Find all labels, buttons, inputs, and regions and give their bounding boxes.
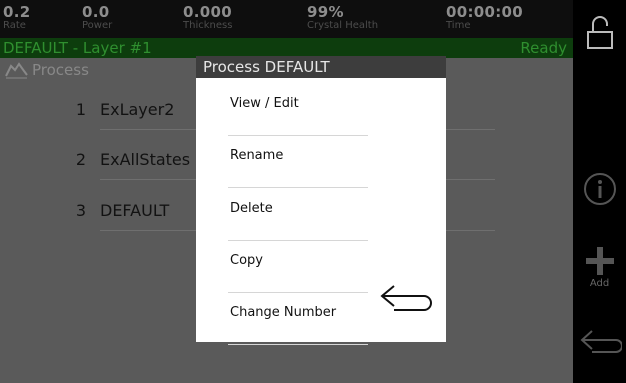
menu-item-view-edit[interactable]: View / Edit [228, 84, 368, 136]
menu-item-label: View / Edit [230, 96, 299, 111]
menu-item-label: Rename [230, 148, 284, 163]
section-title: Process [32, 61, 89, 79]
menu-item-rename[interactable]: Rename [228, 136, 368, 188]
lock-button[interactable] [573, 14, 626, 50]
process-graph-icon [5, 62, 28, 79]
popup-title: Process DEFAULT [196, 56, 446, 78]
info-button[interactable] [573, 172, 626, 206]
process-name: DEFAULT [100, 201, 170, 220]
crystal-health-metric: 99% Crystal Health [307, 5, 378, 32]
crystal-health-label: Crystal Health [307, 20, 379, 31]
time-value: 00:00:00 [446, 3, 524, 21]
add-button[interactable]: Add [573, 246, 626, 289]
plus-icon [585, 247, 614, 275]
status-bar: 0.2 Rate 0.0 Power 0.000 Thickness 99% C… [0, 0, 573, 38]
section-header: Process [4, 59, 89, 81]
menu-item-change-number[interactable]: Change Number [228, 293, 368, 345]
thickness-metric: 0.000 Thickness [183, 5, 232, 32]
add-label: Add [589, 278, 610, 289]
process-number: 1 [75, 100, 86, 119]
menu-item-label: Change Number [230, 305, 337, 320]
process-menu-popup: Process DEFAULT View / Edit Rename Delet… [196, 56, 446, 345]
thickness-value: 0.000 [183, 3, 232, 21]
time-metric: 00:00:00 Time [446, 5, 523, 32]
crystal-health-value: 99% [307, 3, 344, 21]
menu-item-delete[interactable]: Delete [228, 189, 368, 241]
layer-name: DEFAULT - Layer #1 [3, 39, 152, 57]
power-value: 0.0 [82, 3, 110, 21]
right-toolbar: Add [573, 0, 626, 383]
popup-back-button[interactable] [378, 281, 434, 321]
layer-state: Ready [520, 39, 567, 57]
info-icon [583, 173, 616, 205]
menu-item-copy[interactable]: Copy [228, 241, 368, 293]
back-arrow-icon [580, 330, 622, 353]
power-label: Power [82, 20, 113, 31]
rate-label: Rate [3, 20, 26, 31]
back-arrow-icon [380, 285, 432, 311]
process-name: ExLayer2 [100, 100, 175, 119]
menu-item-label: Delete [230, 201, 273, 216]
power-metric: 0.0 Power [82, 5, 112, 32]
menu-divider [228, 344, 368, 345]
rate-metric: 0.2 Rate [3, 5, 30, 32]
process-number: 2 [75, 150, 86, 169]
rate-value: 0.2 [3, 3, 31, 21]
time-label: Time [446, 20, 471, 31]
process-number: 3 [75, 201, 86, 220]
back-button[interactable] [573, 326, 626, 358]
layer-bar: DEFAULT - Layer #1 Ready [0, 38, 573, 58]
lock-open-icon [586, 16, 613, 49]
thickness-label: Thickness [183, 20, 233, 31]
menu-item-label: Copy [230, 253, 263, 268]
menu-divider [228, 187, 368, 188]
process-name: ExAllStates [100, 150, 191, 169]
